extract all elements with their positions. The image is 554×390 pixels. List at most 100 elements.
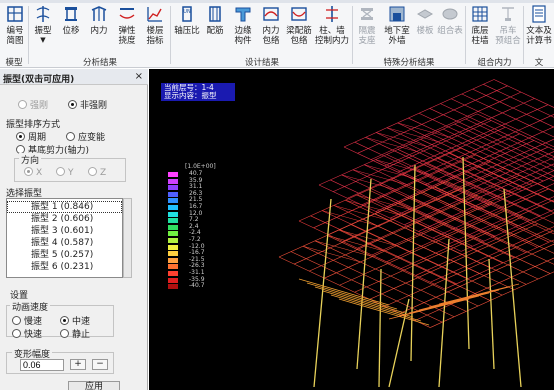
sort-method-heading: 振型排序方式 [6, 120, 61, 130]
numbering-diagram-icon [7, 6, 23, 22]
combo-table-button[interactable]: 组合表 [436, 4, 464, 48]
direction-z-radio[interactable]: Z [88, 167, 106, 178]
frame-member [418, 289, 500, 311]
radio-icon [60, 316, 69, 325]
axial-ratio-label: 轴压比 [174, 26, 200, 36]
displacement-label: 位移 [62, 26, 80, 36]
base-column-wall-button[interactable]: 底层 柱墙 [467, 4, 493, 48]
displacement-icon [65, 7, 77, 21]
radio-icon [60, 329, 69, 338]
frame-member [298, 220, 445, 290]
frame-member [404, 157, 554, 226]
beam-envelope-button[interactable]: 梁配筋 包络 [286, 4, 312, 48]
floor-index-button[interactable]: 楼层 指标 [142, 4, 168, 48]
isolation-bearing-label1: 隔震 [358, 26, 376, 36]
axial-ratio-icon: UN [182, 6, 192, 22]
radio-icon [88, 167, 97, 176]
frame-member [310, 215, 457, 285]
mode-list-item[interactable]: 振型 3 (0.601) [7, 225, 122, 237]
elastic-deflection-button[interactable]: 弹性 挠度 [114, 4, 140, 48]
mode-list-item[interactable]: 振型 1 (0.846) [7, 201, 122, 213]
reinforcement-button[interactable]: 配筋 [202, 4, 228, 48]
speed-medium-radio[interactable]: 中速 [60, 314, 90, 327]
frame-member [313, 198, 332, 388]
mode-shape-icon [36, 6, 50, 22]
internal-force-label: 内力 [90, 26, 108, 36]
ribbon-separator [352, 6, 353, 64]
text-report-label2: 计算书 [526, 36, 552, 46]
chevron-down-icon[interactable]: ▼ [40, 36, 45, 44]
radio-icon [16, 132, 25, 141]
force-envelope-label1: 内力 [262, 26, 280, 36]
sort-period-radio[interactable]: 周期 [16, 130, 46, 143]
text-report-button[interactable]: 文本及 计算书 [524, 4, 554, 48]
frame-member [306, 282, 398, 310]
mode-list-item[interactable]: 振型 2 (0.606) [7, 213, 122, 225]
frame-member [488, 258, 495, 370]
edge-member-icon [235, 7, 251, 22]
direction-y-radio[interactable]: Y [56, 167, 74, 178]
internal-force-button[interactable]: 内力 [86, 4, 112, 48]
crane-precombo-label2: 预组合 [495, 36, 521, 46]
svg-text:UN: UN [183, 9, 191, 15]
column-wall-control-label2: 控制内力 [314, 36, 349, 46]
basement-wall-label2: 外墙 [388, 36, 406, 46]
amplitude-plus-button[interactable]: + [70, 359, 86, 370]
numbering-diagram-label1: 编号 [6, 26, 24, 36]
direction-x-radio[interactable]: X [24, 167, 42, 178]
radio-icon [68, 100, 77, 109]
mode-shape-button[interactable]: 振型 ▼ [30, 4, 56, 48]
mode-list[interactable]: 振型 1 (0.846) 振型 2 (0.606) 振型 3 (0.601) 振… [6, 198, 123, 278]
beam-envelope-icon [291, 7, 307, 21]
text-report-icon [532, 5, 546, 23]
basement-wall-icon [389, 6, 405, 22]
slab-label: 楼板 [416, 26, 434, 36]
displacement-button[interactable]: 位移 [58, 4, 84, 48]
combo-table-label: 组合表 [437, 26, 463, 36]
group-label-combo: 组合内力 [477, 58, 512, 68]
slab-button[interactable]: 楼板 [412, 4, 438, 48]
apply-button[interactable]: 应用 [68, 381, 120, 390]
mode-shape-label: 振型 [34, 26, 52, 36]
sort-strain-energy-radio[interactable]: 应变能 [66, 130, 105, 143]
edge-member-button[interactable]: 边缘 构件 [230, 4, 256, 48]
force-envelope-button[interactable]: 内力 包络 [258, 4, 284, 48]
base-column-wall-label2: 柱墙 [471, 36, 489, 46]
numbering-diagram-button[interactable]: 编号 简图 [2, 4, 28, 48]
3d-viewport[interactable]: 当前层号：1-4 显示内容：振型 [1.0E+00] 40.7 35.9 31.1 2… [149, 69, 554, 390]
radio-icon [56, 167, 65, 176]
mode-list-scrollbar[interactable] [123, 198, 132, 278]
crane-precombo-button[interactable]: 吊车 预组合 [495, 4, 521, 48]
frame-member [330, 179, 473, 247]
axial-ratio-button[interactable]: UN 轴压比 [172, 4, 202, 48]
amplitude-input[interactable] [20, 359, 64, 371]
numbering-diagram-label2: 简图 [6, 36, 24, 46]
speed-medium-label: 中速 [72, 317, 91, 327]
rigid-option-radio[interactable]: 强刚 [18, 98, 48, 111]
edge-member-label2: 构件 [234, 36, 252, 46]
radio-icon [12, 329, 21, 338]
speed-fast-radio[interactable]: 快速 [12, 327, 42, 340]
amplitude-minus-button[interactable]: − [92, 359, 108, 370]
mode-list-item[interactable]: 振型 6 (0.231) [7, 261, 122, 273]
text-report-label1: 文本及 [526, 26, 552, 36]
mode-list-item[interactable]: 振型 4 (0.587) [7, 237, 122, 249]
ribbon-separator [28, 6, 29, 64]
nonrigid-option-radio[interactable]: 非强刚 [68, 98, 107, 111]
isolation-bearing-button[interactable]: 隔震 支座 [354, 4, 380, 48]
frame-member [375, 159, 518, 227]
close-icon[interactable]: × [135, 71, 143, 82]
group-label-special: 特殊分析结果 [383, 58, 435, 68]
basement-wall-button[interactable]: 地下室 外墙 [382, 4, 412, 48]
crane-precombo-icon [502, 7, 514, 21]
frame-member [454, 123, 554, 171]
direction-label: 方向 [19, 153, 42, 166]
rigid-option-label: 强刚 [30, 101, 49, 111]
mode-list-item[interactable]: 振型 5 (0.257) [7, 249, 122, 261]
column-wall-control-button[interactable]: 柱、墙 控制内力 [314, 4, 350, 48]
speed-slow-radio[interactable]: 慢速 [12, 314, 42, 327]
speed-fast-label: 快速 [24, 330, 43, 340]
group-label-analysis: 分析结果 [82, 58, 117, 68]
column-wall-control-icon [326, 6, 338, 22]
speed-still-radio[interactable]: 静止 [60, 327, 90, 340]
